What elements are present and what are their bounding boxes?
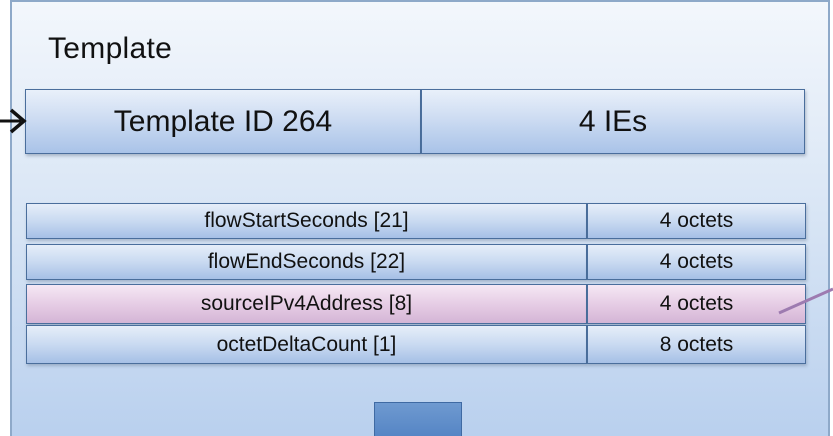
purple-connector-line [778, 287, 833, 315]
connector-overlay [0, 108, 833, 315]
